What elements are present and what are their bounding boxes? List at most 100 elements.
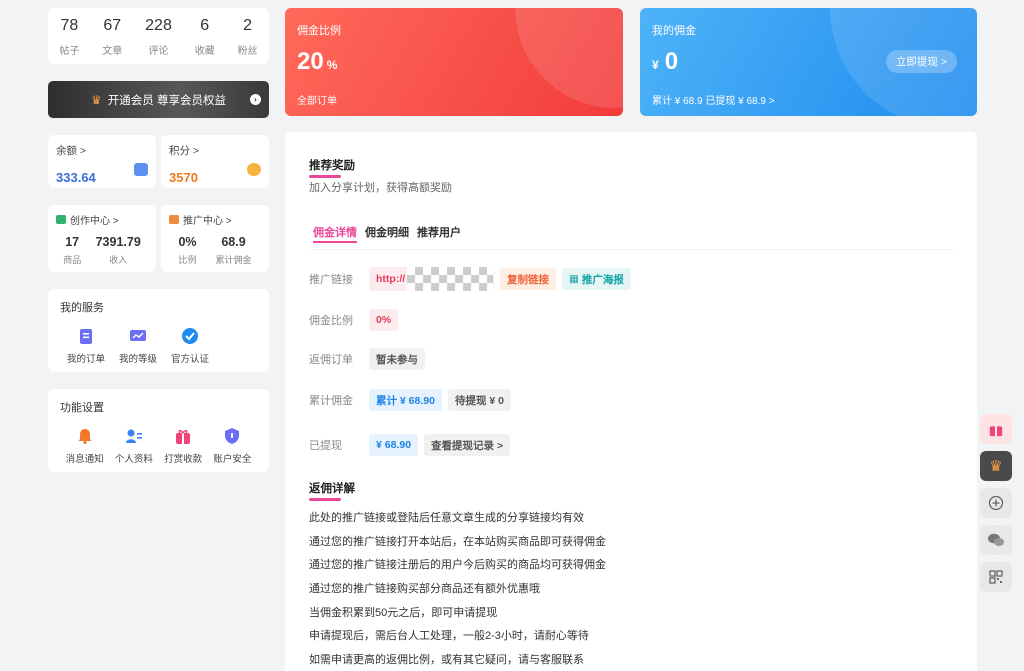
list-item: 通过您的推广链接打开本站后，在本站购买商品即可获得佣金 xyxy=(309,535,606,548)
rebate-orders-label: 返佣订单 xyxy=(309,354,353,366)
view-withdraw-records-button[interactable]: 查看提现记录 > xyxy=(424,434,511,456)
float-qrcode-button[interactable] xyxy=(980,562,1012,592)
gift-icon xyxy=(176,429,191,444)
tab-referred-users[interactable]: 推荐用户 xyxy=(417,224,461,240)
my-services-card: 我的服务 我的订单 我的等级 官方认证 xyxy=(48,289,269,372)
tab-commission-records[interactable]: 佣金明细 xyxy=(365,224,409,240)
chart-icon xyxy=(130,330,146,341)
settings-title: 功能设置 xyxy=(60,402,104,414)
creator-income-label: 收入 xyxy=(109,255,128,265)
recommend-reward-title: 推荐奖励 xyxy=(309,157,355,178)
withdrawn-label: 已提现 xyxy=(309,440,342,452)
withdrawn-value: ¥ 68.90 xyxy=(369,434,419,456)
row-rebate-orders: 返佣订单 暂未参与 xyxy=(309,348,431,370)
pending-withdraw-value: 待提现 ¥ 0 xyxy=(447,389,511,411)
earn-banner-footer[interactable]: 累计 ¥ 68.9 已提现 ¥ 68.9 > xyxy=(652,92,775,107)
rebate-orders-value: 暂未参与 xyxy=(369,348,425,370)
qr-icon: ▦ xyxy=(569,273,579,285)
list-item: 如需申请更高的返佣比例，或有其它疑问，请与客服联系 xyxy=(309,654,584,667)
float-gift-button[interactable] xyxy=(980,414,1012,444)
my-commission-banner: 我的佣金 ¥0 累计 ¥ 68.9 已提现 ¥ 68.9 > 立即提现 > xyxy=(640,8,977,116)
creator-center-card[interactable]: 创作中心 > 17 商品 7391.79 收入 xyxy=(48,205,156,272)
plus-circle-icon xyxy=(988,495,1004,511)
coins-icon xyxy=(247,163,261,176)
commission-rate-value: 0% xyxy=(369,309,399,331)
commission-rate-label: 佣金比例 xyxy=(309,315,353,327)
user-card-icon xyxy=(125,429,142,443)
service-label: 我的订单 xyxy=(66,354,105,365)
chevron-right-icon: › xyxy=(250,94,261,105)
recommend-reward-subtitle: 加入分享计划，获得高额奖励 xyxy=(309,182,452,194)
service-label: 官方认证 xyxy=(170,354,209,365)
total-commission-label: 累计佣金 xyxy=(309,395,353,407)
points-title: 积分 > xyxy=(169,145,200,157)
commission-tabs: 佣金详情 佣金明细 推荐用户 xyxy=(313,224,461,243)
stat-posts[interactable]: 78 帖子 xyxy=(59,16,79,57)
rate-banner-value: 20% xyxy=(297,48,338,75)
creator-income-value: 7391.79 xyxy=(95,235,141,249)
row-commission-rate: 佣金比例 0% xyxy=(309,309,404,331)
gift-icon xyxy=(989,426,1003,437)
services-title: 我的服务 xyxy=(60,302,104,314)
tabs-divider xyxy=(309,249,953,250)
setting-label: 个人资料 xyxy=(114,454,153,465)
creator-icon xyxy=(56,215,66,224)
setting-label: 消息通知 xyxy=(65,454,104,465)
balance-title: 余额 > xyxy=(56,145,87,157)
setting-tips[interactable]: 打赏收款 xyxy=(159,427,208,465)
promo-poster-button[interactable]: ▦ 推广海报 xyxy=(562,268,631,290)
setting-label: 打赏收款 xyxy=(164,454,203,465)
rate-banner-title: 佣金比例 xyxy=(297,25,341,37)
commission-rate-banner: 佣金比例 20% 全部订单 xyxy=(285,8,623,116)
stat-comments[interactable]: 228 评论 xyxy=(145,16,172,57)
promo-center-card[interactable]: 推广中心 > 0% 比例 68.9 累计佣金 xyxy=(161,205,269,272)
rebate-explain-title: 返佣详解 xyxy=(309,480,355,501)
wallet-icon xyxy=(134,163,148,176)
clipboard-icon xyxy=(80,329,92,344)
stat-fans[interactable]: 2 粉丝 xyxy=(238,16,258,57)
service-official-verify[interactable]: 官方认证 xyxy=(164,327,216,365)
points-card[interactable]: 积分 > 3570 xyxy=(161,135,269,188)
service-my-orders[interactable]: 我的订单 xyxy=(60,327,112,365)
stat-articles[interactable]: 67 文章 xyxy=(102,16,122,57)
list-item: 当佣金积累到50元之后，即可申请提现 xyxy=(309,606,498,619)
promo-rate-label: 比例 xyxy=(178,255,197,265)
earn-banner-title: 我的佣金 xyxy=(652,25,696,37)
balance-card[interactable]: 余额 > 333.64 xyxy=(48,135,156,188)
setting-security[interactable]: 账户安全 xyxy=(208,427,257,465)
creator-goods-value: 17 xyxy=(65,235,80,249)
list-item: 此处的推广链接或登陆后任意文章生成的分享链接均有效 xyxy=(309,512,584,524)
wechat-icon xyxy=(988,533,1004,546)
list-item: 通过您的推广链接注册后的用户今后购买的商品均可获得佣金 xyxy=(309,559,606,572)
setting-notifications[interactable]: 消息通知 xyxy=(60,427,109,465)
setting-profile[interactable]: 个人资料 xyxy=(109,427,158,465)
promo-link-value[interactable]: http:// xyxy=(369,267,494,291)
redacted-mosaic xyxy=(407,267,493,291)
float-add-button[interactable] xyxy=(980,488,1012,518)
row-total-commission: 累计佣金 累计 ¥ 68.90 待提现 ¥ 0 xyxy=(309,389,517,411)
vip-membership-button[interactable]: ♛ 开通会员 尊享会员权益 › xyxy=(48,81,269,118)
copy-link-button[interactable]: 复制链接 xyxy=(500,268,556,290)
crown-icon: ♛ xyxy=(91,92,102,107)
function-settings-card: 功能设置 消息通知 个人资料 打赏收款 账户安全 xyxy=(48,389,269,472)
list-item: 申请提现后，需后台人工处理，一般2-3小时，请耐心等待 xyxy=(309,630,589,643)
setting-label: 账户安全 xyxy=(213,454,252,465)
service-label: 我的等级 xyxy=(118,354,157,365)
rebate-explain-list: 此处的推广链接或登陆后任意文章生成的分享链接均有效 通过您的推广链接打开本站后，… xyxy=(309,510,606,671)
creator-title: 创作中心 > xyxy=(70,216,119,227)
service-my-level[interactable]: 我的等级 xyxy=(112,327,164,365)
promo-commission-value: 68.9 xyxy=(221,235,246,249)
creator-goods-label: 商品 xyxy=(63,255,82,265)
withdraw-now-button[interactable]: 立即提现 > xyxy=(885,50,957,73)
commission-main-panel: 推荐奖励 加入分享计划，获得高额奖励 佣金详情 佣金明细 推荐用户 推广链接 h… xyxy=(285,132,977,671)
tab-commission-details[interactable]: 佣金详情 xyxy=(313,224,357,243)
promo-link-label: 推广链接 xyxy=(309,274,353,286)
bell-icon xyxy=(78,429,92,445)
float-vip-button[interactable]: ♛ xyxy=(980,451,1012,481)
vip-label: 开通会员 尊享会员权益 xyxy=(107,94,226,107)
promo-bag-icon xyxy=(169,215,179,224)
row-withdrawn: 已提现 ¥ 68.90 查看提现记录 > xyxy=(309,434,516,456)
stat-favorites[interactable]: 6 收藏 xyxy=(195,16,215,57)
promo-title: 推广中心 > xyxy=(183,216,232,227)
float-wechat-button[interactable] xyxy=(980,525,1012,555)
